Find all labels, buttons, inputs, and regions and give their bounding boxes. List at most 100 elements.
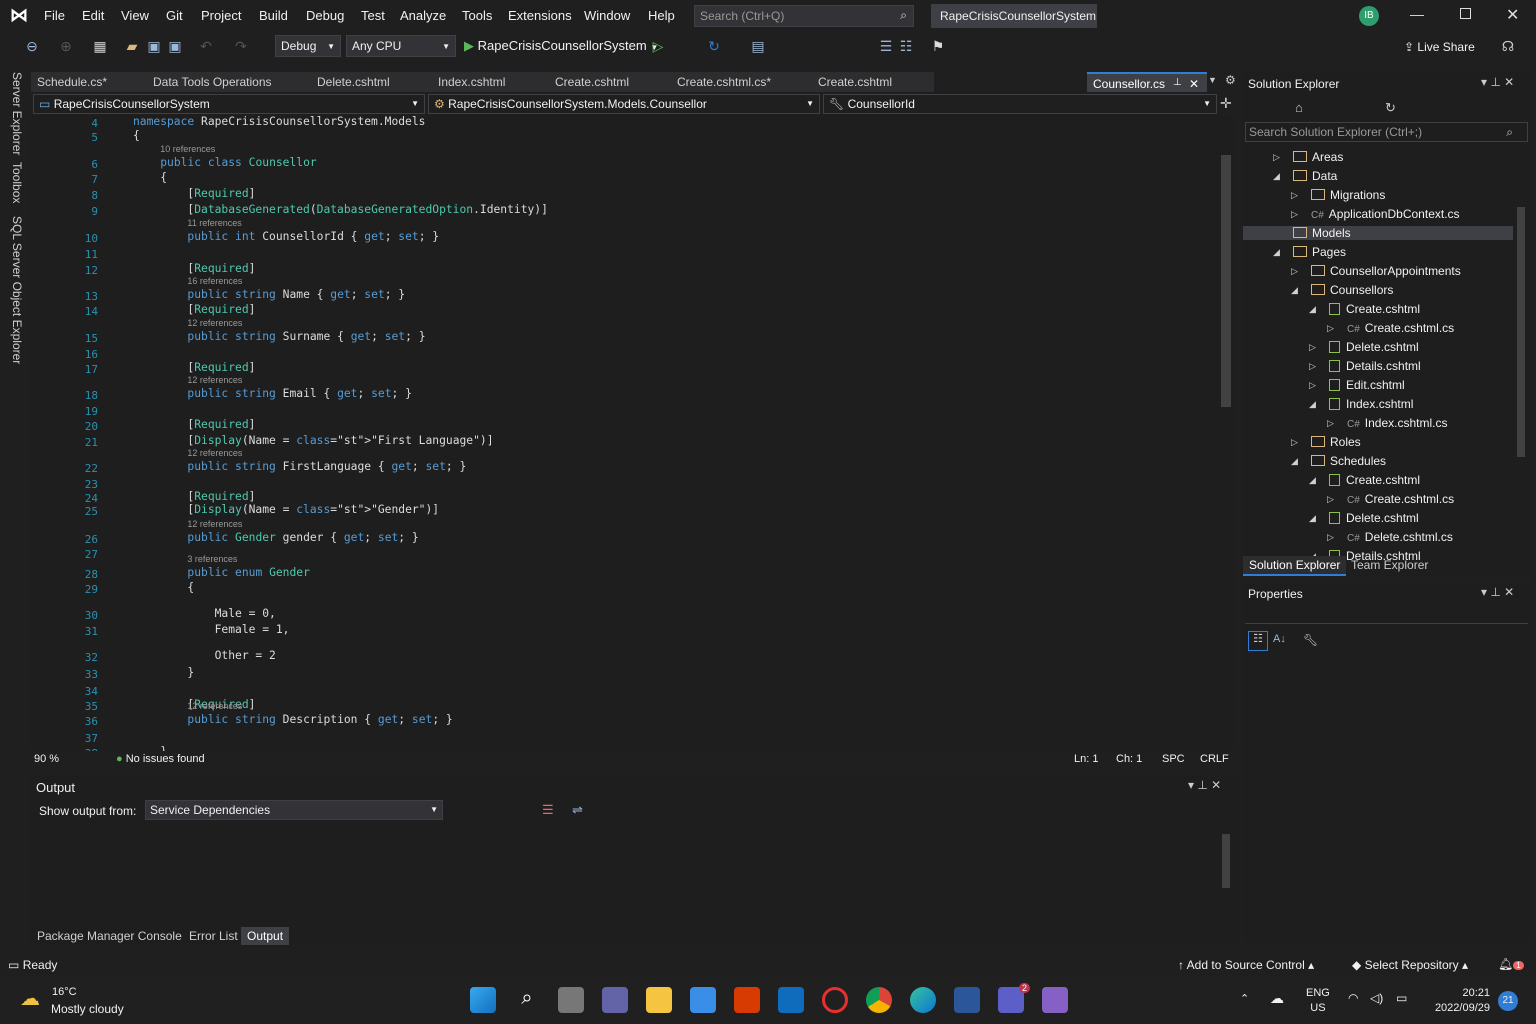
expand-toggle-icon[interactable]: ▷ <box>1327 323 1334 334</box>
code-line[interactable]: [Display(Name = class="st">"First Langua… <box>133 434 493 447</box>
output-source-select[interactable]: Service Dependencies ▼ <box>145 800 443 820</box>
tree-item[interactable]: C# Create.cshtml.cs <box>1347 492 1454 506</box>
tree-item[interactable]: C# ApplicationDbContext.cs <box>1311 207 1460 221</box>
expand-toggle-icon[interactable]: ◢ <box>1273 247 1280 258</box>
expand-toggle-icon[interactable]: ◢ <box>1291 285 1298 296</box>
issues-status[interactable]: ● No issues found <box>116 753 205 765</box>
comment-icon[interactable]: ☰ <box>878 38 894 54</box>
sql-object-explorer-tab[interactable]: SQL Server Object Explorer <box>10 216 24 364</box>
expand-toggle-icon[interactable]: ▷ <box>1309 361 1316 372</box>
search-taskbar-icon[interactable]: ⌕ <box>514 987 540 1013</box>
property-pages-icon[interactable]: 🔧︎ <box>1303 633 1318 647</box>
tab-close-icon[interactable]: ✕ <box>1189 77 1199 91</box>
editor-scrollbar[interactable] <box>1218 115 1234 751</box>
expand-toggle-icon[interactable]: ▷ <box>1291 437 1298 448</box>
outlook-icon[interactable] <box>778 987 804 1013</box>
word-wrap-icon[interactable]: ⇌ <box>572 802 583 818</box>
codelens-references[interactable]: 12 references <box>187 448 242 458</box>
feedback-icon[interactable]: ☊ <box>1500 38 1516 54</box>
select-repository-button[interactable]: ◆ Select Repository ▴ <box>1352 958 1468 972</box>
teams-icon[interactable]: 2 <box>998 983 1030 1013</box>
bottom-tab-output[interactable]: Output <box>241 927 290 945</box>
back-icon[interactable]: ⊖ <box>24 38 40 54</box>
codelens-references[interactable]: 12 references <box>187 318 242 328</box>
undo-icon[interactable]: ↶ <box>198 38 214 54</box>
split-icon[interactable]: ✛ <box>1220 95 1232 112</box>
menu-view[interactable]: View <box>121 8 149 23</box>
code-line[interactable]: { <box>133 581 194 594</box>
teams-chat-icon[interactable] <box>602 987 628 1013</box>
hot-reload-icon[interactable]: ↻ <box>706 38 722 54</box>
categorized-icon[interactable]: ☷ <box>1248 631 1268 651</box>
code-line[interactable]: Male = 0, <box>133 607 276 620</box>
input-language[interactable]: ENG US <box>1306 986 1330 1016</box>
clock[interactable]: 20:21 2022/09/29 <box>1426 986 1490 1016</box>
expand-toggle-icon[interactable]: ▷ <box>1309 380 1316 391</box>
tree-item[interactable]: Create.cshtml <box>1329 473 1420 487</box>
tree-item[interactable]: C# Create.cshtml.cs <box>1347 321 1454 335</box>
expand-toggle-icon[interactable]: ▷ <box>1327 494 1334 505</box>
menu-file[interactable]: File <box>44 8 65 23</box>
expand-toggle-icon[interactable]: ◢ <box>1291 456 1298 467</box>
menu-analyze[interactable]: Analyze <box>400 8 446 23</box>
code-line[interactable]: public class Counsellor <box>133 156 316 169</box>
tab-index[interactable]: Index.cshtml <box>432 72 549 92</box>
menu-build[interactable]: Build <box>259 8 288 23</box>
wifi-icon[interactable]: ◠ <box>1348 991 1358 1005</box>
tab-create-cs[interactable]: Create.cshtml.cs* <box>671 72 812 92</box>
expand-toggle-icon[interactable]: ▷ <box>1327 532 1334 543</box>
tree-item[interactable]: Index.cshtml <box>1329 397 1413 411</box>
minimize-button[interactable]: — <box>1410 6 1424 22</box>
code-editor[interactable]: 4 namespace RapeCrisisCounsellorSystem.Mo… <box>30 115 1218 751</box>
tab-data-tools[interactable]: Data Tools Operations <box>147 72 311 92</box>
code-line[interactable]: namespace RapeCrisisCounsellorSystem.Mod… <box>133 115 425 128</box>
menu-extensions[interactable]: Extensions <box>508 8 572 23</box>
vs-logo-icon[interactable]: ⋈ <box>10 5 32 27</box>
run-button[interactable]: ▶ RapeCrisisCounsellorSystem ▼ <box>464 38 658 54</box>
notification-center-badge[interactable]: 21 <box>1498 991 1518 1011</box>
close-button[interactable]: ✕ <box>1506 5 1519 25</box>
expand-toggle-icon[interactable]: ▷ <box>1291 190 1298 201</box>
tab-team-explorer[interactable]: Team Explorer <box>1345 556 1434 574</box>
redo-icon[interactable]: ↷ <box>233 38 249 54</box>
opera-icon[interactable] <box>822 987 848 1013</box>
live-share-button[interactable]: ⇪ Live Share <box>1404 40 1475 54</box>
save-all-icon[interactable]: ▣ <box>167 38 183 54</box>
tree-item[interactable]: Create.cshtml <box>1329 302 1420 316</box>
code-line[interactable]: Other = 2 <box>133 649 276 662</box>
tab-counsellor[interactable]: Counsellor.cs ⊥ ✕ <box>1087 72 1207 92</box>
tree-item[interactable]: Counsellors <box>1311 283 1393 297</box>
tree-item[interactable]: Details.cshtml <box>1329 359 1421 373</box>
code-line[interactable]: public enum Gender <box>133 566 309 579</box>
tree-item[interactable]: Delete.cshtml <box>1329 340 1419 354</box>
pane-controls[interactable]: ▾ ⊥ ✕ <box>1481 585 1514 599</box>
tab-schedule[interactable]: Schedule.cs* <box>31 72 147 92</box>
code-line[interactable]: } <box>133 666 194 679</box>
code-line[interactable]: [Display(Name = class="st">"Gender")] <box>133 503 439 516</box>
menu-help[interactable]: Help <box>648 8 675 23</box>
project-nav-select[interactable]: ▭ RapeCrisisCounsellorSystem ▼ <box>33 94 425 114</box>
tree-item[interactable]: Models <box>1243 226 1513 240</box>
weather-temp[interactable]: 16°C <box>52 986 77 998</box>
avatar[interactable]: IB <box>1359 6 1379 26</box>
codelens-references[interactable]: 12 references <box>187 519 242 529</box>
output-scrollbar[interactable] <box>1220 826 1232 906</box>
onedrive-icon[interactable]: ☁ <box>1270 990 1284 1007</box>
code-line[interactable]: public string Description { get; set; } <box>133 713 452 726</box>
codelens-references[interactable]: 10 references <box>160 144 215 154</box>
menu-debug[interactable]: Debug <box>306 8 344 23</box>
code-line[interactable]: public int CounsellorId { get; set; } <box>133 230 439 243</box>
config-select[interactable]: Debug ▼ <box>275 35 341 57</box>
tab-create[interactable]: Create.cshtml <box>549 72 671 92</box>
output-pane-controls[interactable]: ▾ ⊥ ✕ <box>1188 778 1221 792</box>
menu-edit[interactable]: Edit <box>82 8 104 23</box>
new-project-icon[interactable]: ▦ <box>92 38 108 54</box>
tray-chevron-icon[interactable]: ⌃ <box>1240 992 1249 1005</box>
whitespace-mode[interactable]: SPC <box>1162 753 1185 765</box>
member-nav-select[interactable]: 🔧︎ CounsellorId ▼ <box>823 94 1217 114</box>
forward-icon[interactable]: ⊕ <box>58 38 74 54</box>
search-input[interactable]: Search (Ctrl+Q) ⌕ <box>694 5 914 27</box>
expand-toggle-icon[interactable]: ◢ <box>1273 171 1280 182</box>
solution-search-input[interactable]: Search Solution Explorer (Ctrl+;) ⌕ <box>1245 122 1528 142</box>
tree-item[interactable]: Data <box>1293 169 1337 183</box>
